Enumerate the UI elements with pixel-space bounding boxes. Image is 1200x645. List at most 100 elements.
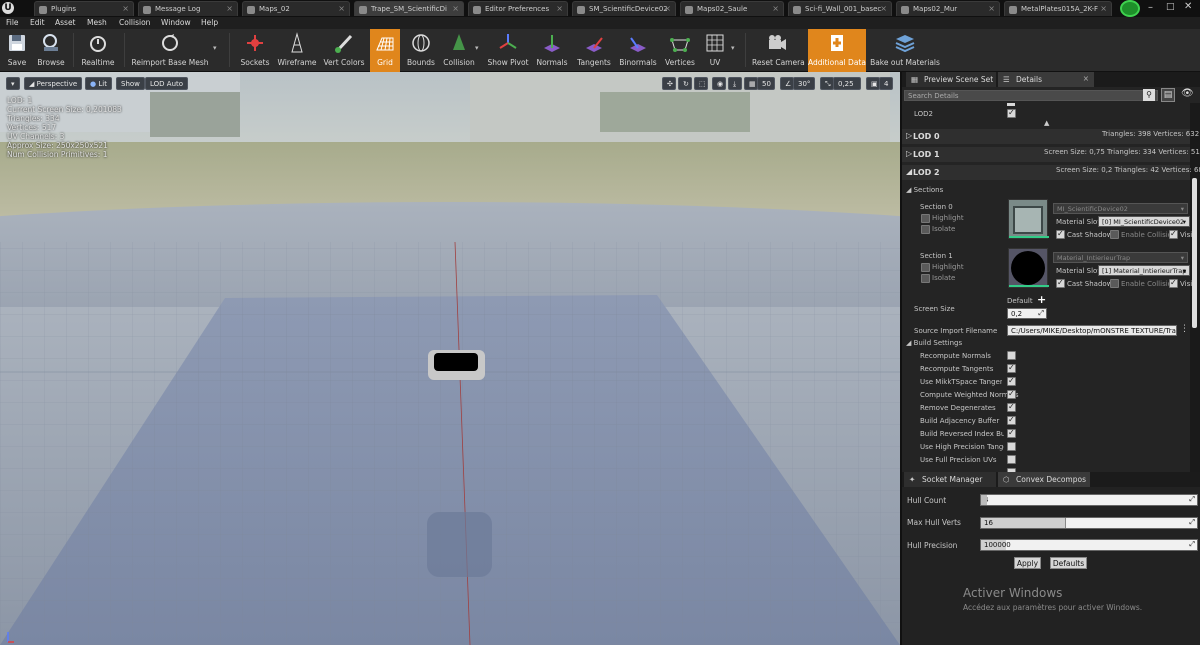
close-icon[interactable]: × [664,4,671,13]
details-scroll-area[interactable]: LOD2 ▲ ▷LOD 0 Triangles: 398 Vertices: 6… [902,103,1200,472]
perspective-button[interactable]: ◢ Perspective [24,77,83,90]
close-icon[interactable]: × [452,4,459,13]
menu-help[interactable]: Help [201,18,218,27]
close-icon[interactable]: × [226,4,233,13]
close-icon[interactable]: × [880,4,887,13]
scale-snap-toggle[interactable]: ⤡ [820,77,834,90]
eye-icon[interactable]: 👁 [1181,88,1194,99]
collapse-arrow-icon[interactable]: ▲ [1044,119,1049,127]
section0-material-slot-dropdown[interactable]: [0] MI_ScientificDevice02 ▾ [1098,216,1190,227]
reimport-base-mesh-button[interactable]: Reimport Base Mesh [130,29,210,72]
show-pivot-button[interactable]: Show Pivot [486,29,530,72]
show-button[interactable]: Show [116,77,145,90]
apply-button[interactable]: Apply [1014,557,1041,569]
build-settings-header[interactable]: ◢ Build Settings [906,339,962,347]
section1-material-picker[interactable]: Material_IntierieurTrap ▾ [1053,252,1188,263]
surface-snap-icon[interactable]: ⤓ [728,77,742,90]
max-hull-verts-slider[interactable]: 16 ⤢ [980,517,1198,529]
lod2-checkbox[interactable] [1007,108,1016,118]
remove-degenerates-checkbox[interactable] [1007,402,1016,412]
defaults-button[interactable]: Defaults [1050,557,1087,569]
scale-mode-icon[interactable]: ⬚ [694,77,708,90]
menu-window[interactable]: Window [161,18,191,27]
tab-maps02-mur[interactable]: Maps02_Mur × [896,1,1000,16]
sections-header[interactable]: ◢ Sections [906,186,943,194]
source-import-input[interactable]: C:/Users/MIKE/Desktop/mONSTRE TEXTURE/Tr… [1007,325,1177,336]
close-window-icon[interactable]: ✕ [1184,1,1192,12]
menu-mesh[interactable]: Mesh [87,18,107,27]
tab-static-mesh[interactable]: Trape_SM_ScientificDi × [354,1,464,16]
grid-button[interactable]: Grid [370,29,400,72]
section0-visible-checkbox[interactable] [1169,229,1178,239]
property-matrix-icon[interactable]: ▤ [1161,88,1175,102]
recompute-tangents-checkbox[interactable] [1007,363,1016,373]
wireframe-button[interactable]: Wireframe [277,29,317,72]
additional-data-button[interactable]: Additional Data [808,29,866,72]
tab-scientific-device[interactable]: SM_ScientificDevice02 × [572,1,676,16]
binormals-button[interactable]: Binormals [617,29,659,72]
high-precision-tangent-checkbox[interactable] [1007,442,1016,451]
normals-button[interactable]: Normals [534,29,570,72]
section1-highlight-checkbox[interactable] [921,263,930,272]
rotation-snap-toggle[interactable]: ∠ [780,77,794,90]
section0-cast-shadow-checkbox[interactable] [1056,229,1065,239]
details-search-input[interactable]: Search Details [904,90,1158,101]
close-icon[interactable]: × [556,4,563,13]
vert-colors-button[interactable]: Vert Colors [320,29,368,72]
section0-material-picker[interactable]: MI_ScientificDevice02 ▾ [1053,203,1188,214]
maximize-icon[interactable]: □ [1166,2,1175,12]
world-space-icon[interactable]: ◉ [712,77,726,90]
full-precision-uvs-checkbox[interactable] [1007,455,1016,464]
weighted-normals-checkbox[interactable] [1007,389,1016,399]
tangents-button[interactable]: Tangents [575,29,613,72]
uv-button[interactable]: UV [700,29,730,72]
section1-cast-shadow-checkbox[interactable] [1056,278,1065,288]
recompute-normals-checkbox[interactable] [1007,351,1016,360]
more-options-icon[interactable]: ⋮ [1180,324,1189,334]
section1-material-thumbnail[interactable] [1008,248,1049,288]
close-icon[interactable]: × [122,4,129,13]
bounds-button[interactable]: Bounds [404,29,438,72]
reversed-index-buffer-checkbox[interactable] [1007,428,1016,438]
transform-mode-icon[interactable]: ✣ [662,77,676,90]
rotate-mode-icon[interactable]: ↻ [678,77,692,90]
section0-enable-collision-checkbox[interactable] [1110,230,1119,239]
close-icon[interactable]: × [1083,74,1089,83]
search-icon[interactable]: ⚲ [1143,89,1155,101]
camera-speed-icon[interactable]: ▣ [866,77,880,90]
hull-count-slider[interactable]: 4⤢ [980,494,1198,506]
viewport-options-button[interactable]: ▾ [6,77,20,90]
menu-collision[interactable]: Collision [119,18,150,27]
menu-asset[interactable]: Asset [55,18,76,27]
close-icon[interactable]: × [338,4,345,13]
minimize-icon[interactable]: – [1148,2,1153,13]
section0-isolate-checkbox[interactable] [921,225,930,234]
reset-camera-button[interactable]: Reset Camera [752,29,805,72]
close-icon[interactable]: × [772,4,779,13]
tab-maps-02[interactable]: Maps_02 × [242,1,350,16]
tab-convex-decomposition[interactable]: ⬡ Convex Decompos [998,472,1090,487]
grid-snap-toggle[interactable]: ▦ [744,77,758,90]
vertices-button[interactable]: Vertices [661,29,699,72]
chevron-down-icon[interactable]: ▾ [213,44,217,52]
mikkt-tangent-checkbox[interactable] [1007,376,1016,386]
adjacency-buffer-checkbox[interactable] [1007,415,1016,425]
tab-details[interactable]: ☰ Details × [998,72,1094,87]
tab-socket-manager[interactable]: ✦ Socket Manager [904,472,996,487]
tab-plugins[interactable]: Plugins × [34,1,134,16]
sockets-button[interactable]: Sockets [236,29,274,72]
grid-snap-value[interactable]: 50 [757,77,775,90]
tab-preview-scene-settings[interactable]: ▦ Preview Scene Set [906,72,996,87]
tab-maps02-saule[interactable]: Maps02_Saule × [680,1,784,16]
tab-metal-plates[interactable]: MetalPlates015A_2K-F × [1004,1,1112,16]
close-icon[interactable]: × [988,4,995,13]
chevron-down-icon[interactable]: ▾ [475,44,479,52]
section1-visible-checkbox[interactable] [1169,278,1178,288]
scale-snap-value[interactable]: 0,25 [833,77,861,90]
add-icon[interactable]: + [1037,293,1046,306]
collision-button[interactable]: Collision [440,29,478,72]
menu-file[interactable]: File [6,18,19,27]
mesh-viewport[interactable]: ▾ ◢ Perspective ● Lit Show LOD Auto ✣ ↻ … [0,72,900,645]
save-button[interactable]: Save [2,29,32,72]
tab-scifi-wall[interactable]: Sci-fi_Wall_001_basec × [788,1,892,16]
